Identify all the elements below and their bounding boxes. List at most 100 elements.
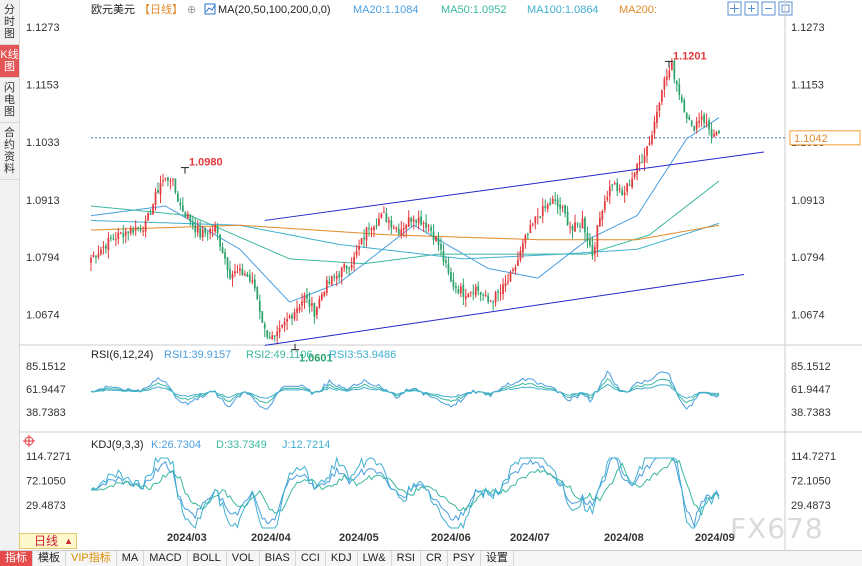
candle-body <box>680 96 683 102</box>
toolbar-vip[interactable]: VIP指标 <box>66 551 117 566</box>
toolbar-macd[interactable]: MACD <box>144 551 188 566</box>
candle-body <box>651 134 653 144</box>
candle-body <box>551 198 554 204</box>
rsi-title: RSI(6,12,24) <box>91 349 153 361</box>
kdj-tick-left: 29.4873 <box>26 500 66 512</box>
toolbar-vol[interactable]: VOL <box>227 551 260 566</box>
tab-contract-info[interactable]: 合约资料 <box>0 123 19 180</box>
candle-body <box>191 222 194 226</box>
candle-body <box>517 259 519 266</box>
candle-body <box>181 205 184 212</box>
candle-body <box>509 272 512 282</box>
candle-body <box>554 199 557 201</box>
candle-body <box>316 307 318 316</box>
settings-icon[interactable]: ⊕ <box>187 4 196 16</box>
toolbar-template[interactable]: 模板 <box>33 551 66 566</box>
rsi-tick-left: 85.1512 <box>26 361 66 373</box>
candle-body <box>368 228 370 230</box>
kdj-k-value: K:26.7304 <box>151 439 201 451</box>
period-button[interactable]: 日线 ▲ <box>19 533 77 549</box>
candle-body <box>656 111 658 123</box>
candle-body <box>566 211 569 226</box>
candle-body <box>489 301 492 303</box>
y-tick-label-right: 1.0674 <box>791 310 825 322</box>
candle-body <box>603 201 606 210</box>
candle-body <box>494 292 497 303</box>
candle-body <box>298 306 301 311</box>
toolbar-settings[interactable]: 设置 <box>481 551 514 566</box>
y-tick-label-left: 1.0674 <box>26 310 60 322</box>
candle-body <box>276 331 279 336</box>
ma-legend-icon[interactable] <box>204 3 216 15</box>
candle-body <box>653 121 656 134</box>
candle-body <box>685 113 688 119</box>
candle-body <box>333 276 336 278</box>
candle-body <box>112 238 115 240</box>
rsi-tick-left: 38.7383 <box>26 407 66 419</box>
candle-body <box>643 155 646 163</box>
candle-body <box>442 251 445 262</box>
candle-body <box>512 269 514 271</box>
toolbar-cci[interactable]: CCI <box>296 551 326 566</box>
toolbar-bias[interactable]: BIAS <box>260 551 296 566</box>
kdj-line <box>91 458 720 517</box>
x-tick-label: 2024/04 <box>251 532 292 544</box>
candle-body <box>479 292 482 295</box>
ma20-value: MA20:1.1084 <box>353 4 418 16</box>
candle-body <box>524 235 527 244</box>
candle-body <box>114 239 117 241</box>
toolbar-boll[interactable]: BOLL <box>188 551 227 566</box>
candle-body <box>206 233 209 235</box>
kdj-tick-right: 72.1050 <box>791 476 831 488</box>
candle-body <box>710 129 713 137</box>
zoom-fit-icon[interactable] <box>727 1 742 16</box>
kline-chart[interactable]: 欧元美元 【日线】 ⊕ MA(20,50,100,200,0,0) MA20:1… <box>19 0 862 550</box>
candle-body <box>365 227 368 241</box>
rsi-panel: 85.1512 85.1512 61.9447 61.9447 38.7383 38.73… <box>26 361 831 419</box>
crosshair-icon[interactable] <box>23 435 35 447</box>
candle-body <box>241 269 244 276</box>
toolbar-kdj[interactable]: KDJ <box>326 551 358 566</box>
candle-body <box>216 226 219 234</box>
candle-body <box>388 220 390 223</box>
rsi-line <box>90 370 720 410</box>
candle-body <box>452 280 455 288</box>
candle-body <box>375 225 378 227</box>
candle-body <box>100 249 102 255</box>
kdj-tick-right: 114.7271 <box>791 451 836 463</box>
candle-body <box>231 274 234 279</box>
toolbar-indicators[interactable]: 指标 <box>0 551 33 566</box>
zoom-in-icon[interactable] <box>744 1 759 16</box>
toolbar-ma[interactable]: MA <box>117 551 145 566</box>
candle-body <box>154 191 157 205</box>
annotation-label: 1.0980 <box>189 157 223 169</box>
chart-area[interactable]: 欧元美元 【日线】 ⊕ MA(20,50,100,200,0,0) MA20:1… <box>19 0 862 550</box>
candle-body <box>487 295 490 302</box>
candle-body <box>561 206 564 208</box>
candle-body <box>226 257 229 271</box>
candle-body <box>184 211 187 217</box>
candle-body <box>484 294 487 296</box>
candle-body <box>402 228 405 230</box>
toolbar-lw[interactable]: LW& <box>358 551 392 566</box>
tab-lightning[interactable]: 闪电图 <box>0 78 19 123</box>
candle-body <box>455 286 457 289</box>
tab-timeshare[interactable]: 分时图 <box>0 0 19 45</box>
toolbar-cr[interactable]: CR <box>421 551 448 566</box>
candle-body <box>117 232 120 240</box>
zoom-out-icon[interactable] <box>761 1 776 16</box>
candle-body <box>273 335 276 337</box>
toolbar-psy[interactable]: PSY <box>448 551 481 566</box>
rsi-tick-right: 38.7383 <box>791 407 831 419</box>
candle-body <box>596 225 599 249</box>
candle-body <box>581 218 584 229</box>
candle-body <box>301 301 303 306</box>
candle-body <box>139 228 142 231</box>
candle-body <box>129 227 132 234</box>
toolbar-rsi[interactable]: RSI <box>392 551 421 566</box>
tab-kline[interactable]: K线图 <box>0 45 19 78</box>
candle-body <box>397 228 400 235</box>
kdj-d-value: D:33.7349 <box>216 439 267 451</box>
candle-body <box>579 225 581 227</box>
candle-body <box>675 81 678 85</box>
